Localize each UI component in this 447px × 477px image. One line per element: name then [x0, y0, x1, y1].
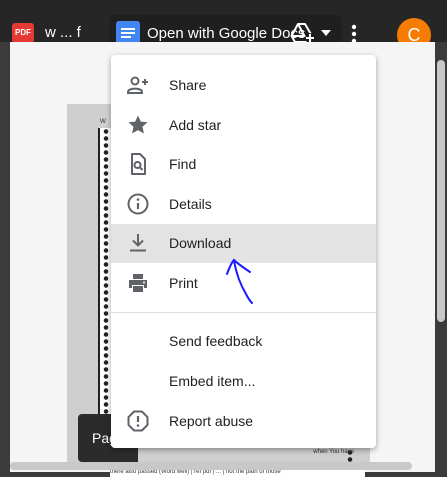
menu-item-label: Report abuse — [169, 413, 254, 429]
print-icon — [129, 274, 147, 292]
menu-item-add-star[interactable]: Add star — [111, 106, 376, 144]
menu-item-label: Download — [169, 235, 232, 251]
download-icon — [130, 234, 146, 252]
more-options-icon[interactable] — [350, 24, 358, 44]
open-with-label: Open with Google Docs — [147, 25, 306, 42]
person-add-icon — [127, 76, 148, 94]
star-icon — [128, 115, 148, 134]
menu-item-label: Share — [169, 77, 207, 93]
pdf-file-icon: PDF — [12, 23, 34, 43]
menu-item-label: Add star — [169, 117, 222, 133]
menu-item-send-feedback[interactable]: Send feedback — [111, 322, 376, 360]
menu-item-label: Embed item... — [169, 373, 256, 389]
file-name: w ... f — [45, 24, 81, 41]
horizontal-scrollbar[interactable] — [10, 462, 412, 470]
menu-item-label: Find — [169, 156, 197, 172]
menu-item-report-abuse[interactable]: Report abuse — [111, 402, 376, 440]
menu-item-embed[interactable]: Embed item... — [111, 362, 376, 400]
viewer-toolbar: PDF w ... f Open with Google Docs C — [0, 0, 447, 52]
hand-drawn-arrow-annotation — [226, 258, 253, 304]
menu-item-share[interactable]: Share — [111, 66, 376, 104]
menu-item-details[interactable]: Details — [111, 185, 376, 223]
vertical-scrollbar[interactable] — [437, 60, 445, 322]
menu-item-label: Print — [169, 275, 198, 291]
chevron-down-icon[interactable] — [320, 25, 332, 41]
menu-item-label: Send feedback — [169, 333, 263, 349]
more-actions-menu: Share Add star Find Details Download Pri… — [111, 55, 376, 448]
menu-divider — [111, 312, 376, 313]
find-in-page-icon — [131, 153, 146, 175]
menu-item-find[interactable]: Find — [111, 145, 376, 183]
menu-item-label: Details — [169, 196, 212, 212]
info-icon — [127, 193, 149, 215]
page-corner-mark: w — [100, 116, 106, 125]
report-icon — [127, 410, 149, 432]
